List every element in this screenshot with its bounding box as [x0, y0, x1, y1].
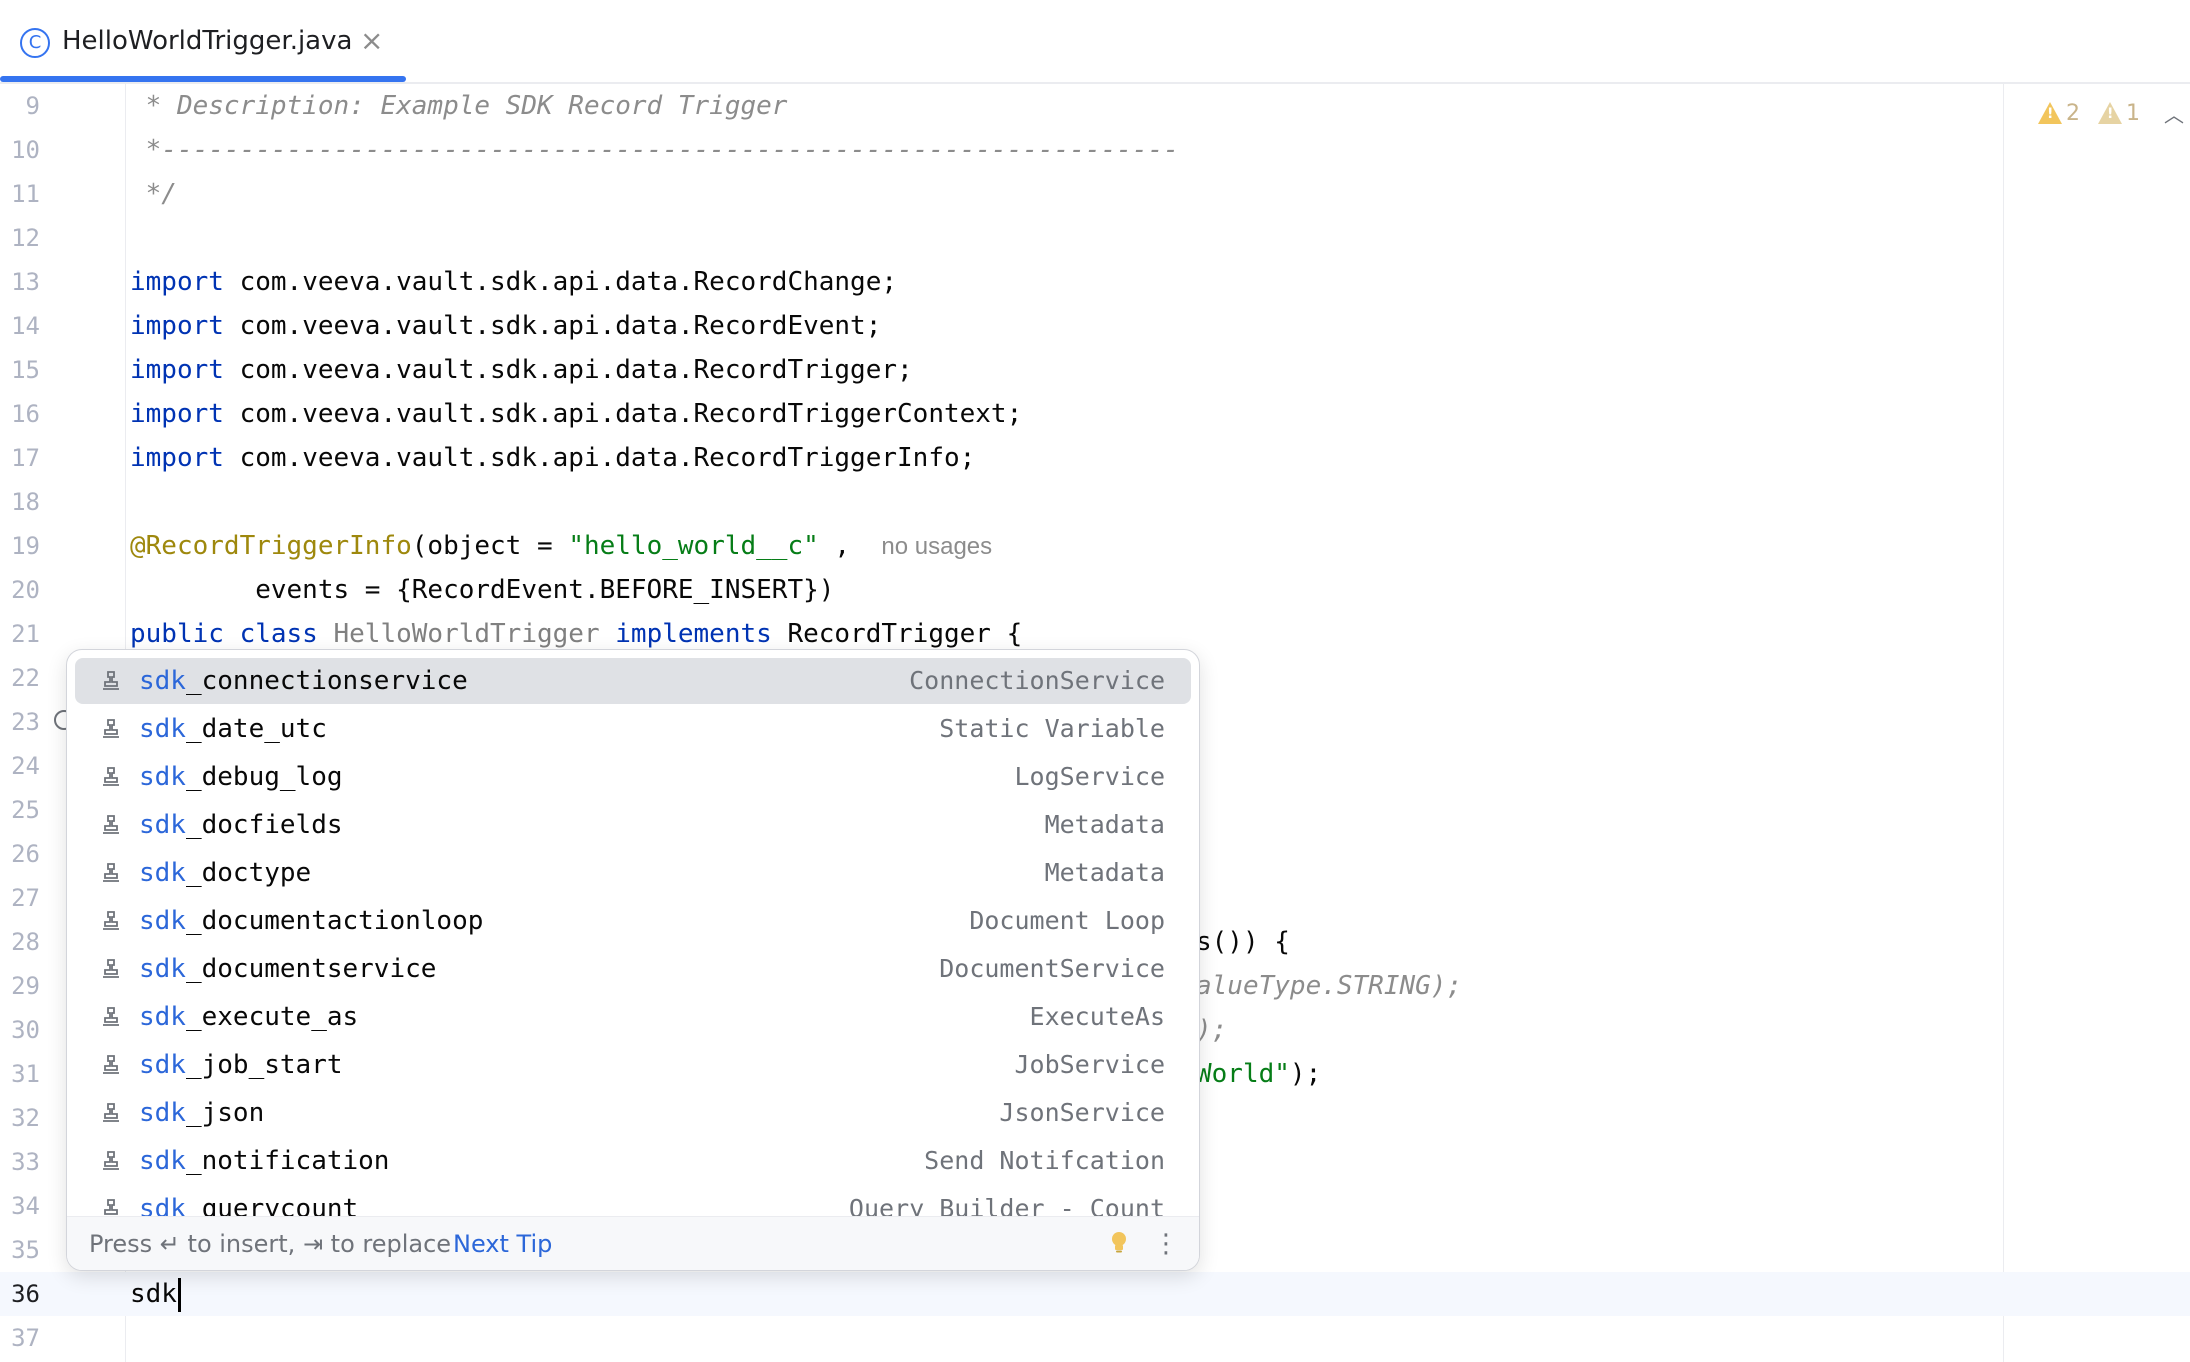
code-line: 10 *------------------------------------…: [0, 128, 2190, 172]
code-text: events = {RecordEvent.BEFORE_INSERT}): [130, 575, 835, 605]
code-line: 15 import com.veeva.vault.sdk.api.data.R…: [0, 348, 2190, 392]
code-text: import com.veeva.vault.sdk.api.data.Reco…: [130, 443, 976, 473]
code-line: 17 import com.veeva.vault.sdk.api.data.R…: [0, 436, 2190, 480]
current-code-line[interactable]: 36 sdk: [0, 1272, 2190, 1316]
code-text: @RecordTriggerInfo(object = "hello_world…: [130, 531, 993, 561]
live-template-icon: [103, 1055, 119, 1074]
line-number: 35: [11, 1236, 40, 1264]
line-number: 18: [11, 488, 40, 516]
class-icon: C: [20, 28, 50, 58]
line-number: 36: [11, 1280, 40, 1308]
code-completion-popup: sdk_connectionservice ConnectionService …: [66, 649, 1200, 1271]
code-text: World");: [1196, 1059, 1322, 1089]
line-number: 34: [11, 1192, 40, 1220]
line-number: 15: [11, 356, 40, 384]
line-number: 23: [11, 708, 40, 736]
completion-item[interactable]: sdk_execute_as ExecuteAs: [75, 994, 1191, 1040]
completion-item[interactable]: sdk_connectionservice ConnectionService: [75, 658, 1191, 704]
completion-item[interactable]: sdk_debug_log LogService: [75, 754, 1191, 800]
code-text: */: [130, 179, 177, 209]
insert-replace-hint: Press ↵ to insert, ⇥ to replace: [89, 1230, 452, 1258]
live-template-icon: [103, 959, 119, 978]
code-line: 18: [0, 480, 2190, 524]
live-template-icon: [103, 911, 119, 930]
live-template-icon: [103, 719, 119, 738]
live-template-icon: [103, 863, 119, 882]
line-number: 33: [11, 1148, 40, 1176]
completion-item[interactable]: sdk_documentactionloop Document Loop: [75, 898, 1191, 944]
more-options-icon[interactable]: ⋮: [1153, 1217, 1179, 1270]
line-number: 12: [11, 224, 40, 252]
code-line: 20 events = {RecordEvent.BEFORE_INSERT}): [0, 568, 2190, 612]
live-template-icon: [103, 1103, 119, 1122]
live-template-icon: [103, 671, 119, 690]
line-number: 21: [11, 620, 40, 648]
line-number: 24: [11, 752, 40, 780]
code-line: 9 * Description: Example SDK Record Trig…: [0, 84, 2190, 128]
completion-footer: Press ↵ to insert, ⇥ to replace Next Tip…: [67, 1216, 1199, 1270]
completion-item[interactable]: sdk_querycount Query Builder - Count: [75, 1186, 1191, 1216]
code-text: );: [1196, 1015, 1228, 1045]
next-tip-link[interactable]: Next Tip: [453, 1217, 552, 1270]
code-line: 37: [0, 1316, 2190, 1360]
line-number: 20: [11, 576, 40, 604]
line-number: 31: [11, 1060, 40, 1088]
completion-item[interactable]: sdk_notification Send Notifcation: [75, 1138, 1191, 1184]
live-template-icon: [103, 767, 119, 786]
editor-tab-bar: C HelloWorldTrigger.java ×: [0, 0, 2190, 84]
completion-item[interactable]: sdk_date_utc Static Variable: [75, 706, 1191, 752]
code-line: 14 import com.veeva.vault.sdk.api.data.R…: [0, 304, 2190, 348]
live-template-icon: [103, 815, 119, 834]
live-template-icon: [104, 1199, 118, 1215]
code-text: import com.veeva.vault.sdk.api.data.Reco…: [130, 267, 898, 297]
text-caret: [177, 1277, 181, 1312]
line-number: 29: [11, 972, 40, 1000]
line-number: 17: [11, 444, 40, 472]
code-text: import com.veeva.vault.sdk.api.data.Reco…: [130, 399, 1023, 429]
completion-item[interactable]: sdk_json JsonService: [75, 1090, 1191, 1136]
line-number: 26: [11, 840, 40, 868]
code-line: 19 @RecordTriggerInfo(object = "hello_wo…: [0, 524, 2190, 568]
code-text: s()) {: [1196, 927, 1290, 957]
code-line: 13 import com.veeva.vault.sdk.api.data.R…: [0, 260, 2190, 304]
line-number: 28: [11, 928, 40, 956]
code-text: alueType.STRING);: [1196, 971, 1463, 1001]
code-text: import com.veeva.vault.sdk.api.data.Reco…: [130, 355, 913, 385]
line-number: 11: [11, 180, 40, 208]
usages-hint: no usages: [881, 533, 993, 560]
code-line: 12: [0, 216, 2190, 260]
completion-item[interactable]: sdk_doctype Metadata: [75, 850, 1191, 896]
code-line: 11 */: [0, 172, 2190, 216]
completion-item[interactable]: sdk_docfields Metadata: [75, 802, 1191, 848]
line-number: 22: [11, 664, 40, 692]
line-number: 16: [11, 400, 40, 428]
code-text: * Description: Example SDK Record Trigge…: [130, 91, 788, 121]
tab-label: HelloWorldTrigger.java: [62, 26, 353, 56]
line-number: 9: [25, 92, 40, 120]
line-number: 19: [11, 532, 40, 560]
line-number: 27: [11, 884, 40, 912]
code-text: *---------------------------------------…: [130, 135, 1179, 165]
line-number: 32: [11, 1104, 40, 1132]
code-text: import com.veeva.vault.sdk.api.data.Reco…: [130, 311, 882, 341]
tab-hello-world-trigger[interactable]: C HelloWorldTrigger.java ×: [0, 0, 406, 84]
completion-list[interactable]: sdk_connectionservice ConnectionService …: [67, 650, 1199, 1216]
line-number: 14: [11, 312, 40, 340]
line-number: 13: [11, 268, 40, 296]
line-number: 37: [11, 1324, 40, 1352]
live-template-icon: [103, 1151, 119, 1170]
active-tab-indicator: [0, 76, 406, 82]
close-icon[interactable]: ×: [360, 24, 383, 57]
lightbulb-icon[interactable]: [1109, 1231, 1129, 1253]
live-template-icon: [103, 1007, 119, 1026]
code-text[interactable]: sdk: [130, 1272, 181, 1316]
completion-item[interactable]: sdk_job_start JobService: [75, 1042, 1191, 1088]
line-number: 30: [11, 1016, 40, 1044]
code-line: 16 import com.veeva.vault.sdk.api.data.R…: [0, 392, 2190, 436]
line-number: 10: [11, 136, 40, 164]
completion-item[interactable]: sdk_documentservice DocumentService: [75, 946, 1191, 992]
line-number: 25: [11, 796, 40, 824]
